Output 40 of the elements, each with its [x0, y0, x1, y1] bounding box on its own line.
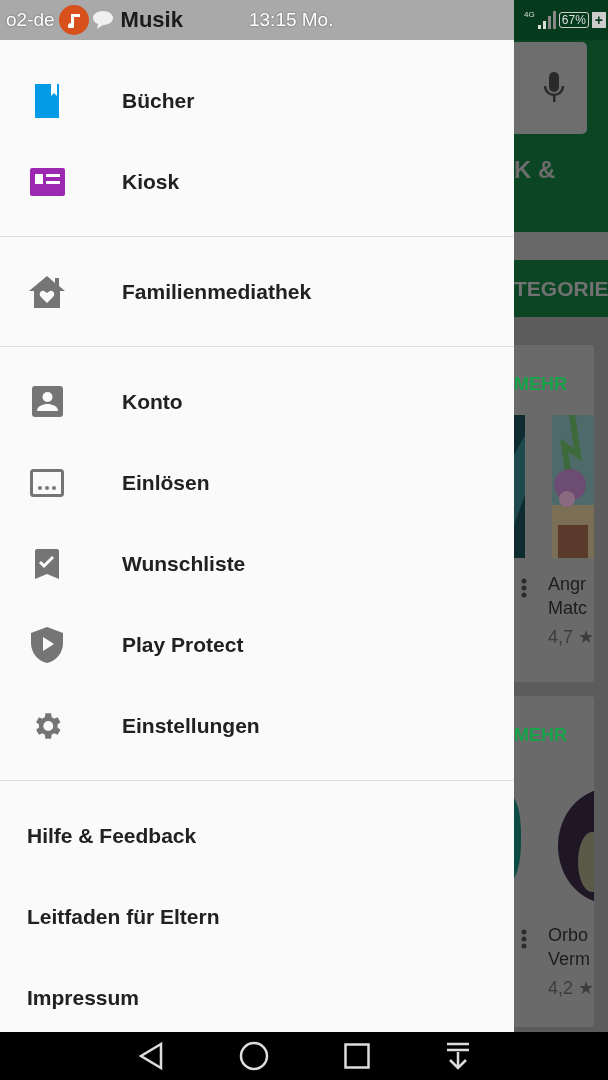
notifications-button[interactable] [444, 1042, 471, 1070]
header-text: K & [514, 156, 557, 184]
charging-indicator: + [591, 12, 606, 28]
house-heart-icon [29, 275, 65, 308]
menu-item[interactable]: Bücher [122, 88, 195, 113]
menu-item[interactable]: Impressum [27, 985, 140, 1010]
app-title-line: Matc [547, 597, 588, 620]
menu-item[interactable]: Familienmediathek [122, 279, 312, 304]
menu-item[interactable]: Hilfe & Feedback [27, 823, 197, 848]
clock: 13:15 Mo. [248, 9, 334, 31]
shield-play-icon [31, 626, 63, 663]
newspaper-icon [29, 167, 65, 196]
search-field[interactable] [514, 42, 587, 134]
chat-bubble-icon [92, 11, 113, 29]
menu-item[interactable]: Einlösen [122, 470, 210, 495]
recents-button[interactable] [343, 1043, 370, 1069]
menu-item[interactable]: Leitfaden für Eltern [27, 904, 220, 929]
music-notification-icon [58, 5, 89, 35]
app-title-line: Verm [547, 948, 591, 971]
signal-icon [537, 11, 556, 29]
app-title-line: Orbo [547, 924, 589, 947]
book-icon [33, 83, 61, 118]
back-button[interactable] [137, 1042, 164, 1070]
menu-item[interactable]: Play Protect [122, 632, 244, 657]
carrier-name: o2-de [6, 9, 55, 31]
app-title-line: Angr [547, 573, 587, 596]
network-type: 4G [524, 10, 535, 19]
more-options-icon[interactable] [521, 578, 527, 598]
microphone-icon [542, 72, 565, 104]
bookmark-check-icon [35, 548, 59, 579]
battery-level: 67% [558, 12, 589, 28]
app-title: Musik [120, 7, 183, 33]
person-icon [31, 386, 63, 417]
menu-item[interactable]: Einstellungen [122, 713, 260, 738]
menu-item[interactable]: Wunschliste [122, 551, 246, 576]
card-dots-icon [30, 468, 64, 497]
more-options-icon[interactable] [521, 929, 527, 949]
menu-item[interactable]: Kiosk [122, 169, 180, 194]
home-button[interactable] [238, 1041, 269, 1071]
menu-item[interactable]: Konto [122, 389, 183, 414]
